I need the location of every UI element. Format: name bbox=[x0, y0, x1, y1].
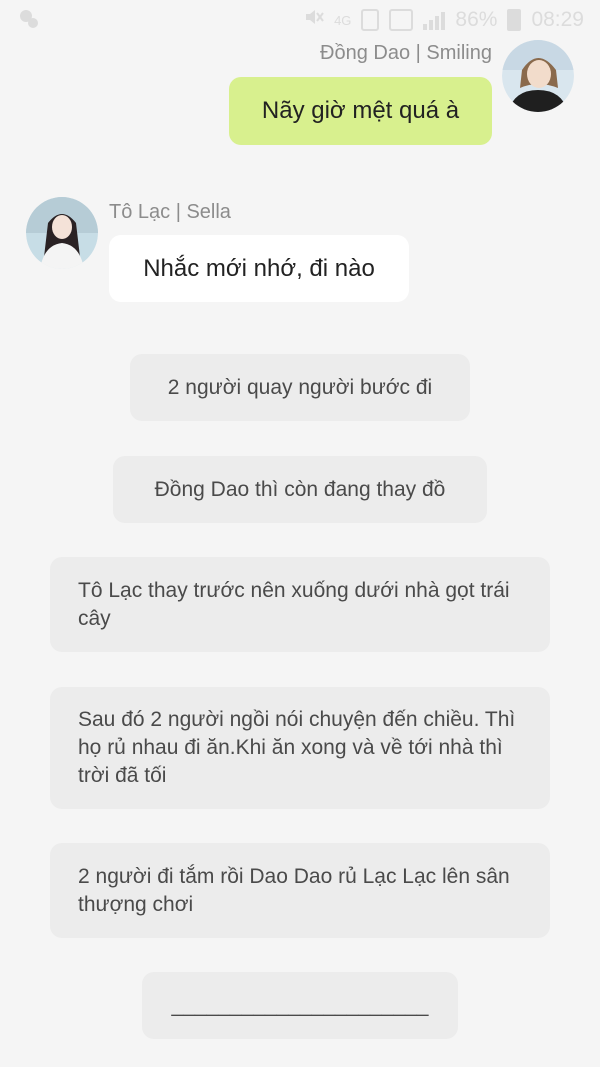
narration-text: Tô Lạc thay trước nên xuống dưới nhà gọt… bbox=[78, 578, 510, 630]
narration-bubble[interactable]: Đồng Dao thì còn đang thay đồ bbox=[113, 456, 487, 523]
narration-text: 2 người quay người bước đi bbox=[167, 375, 433, 399]
message-text: Nãy giờ mệt quá à bbox=[261, 97, 460, 124]
sender-name-left: Tô Lạc | Sella bbox=[109, 201, 231, 223]
narration-bubble[interactable]: 2 người đi tắm rồi Dao Dao rủ Lạc Lạc lê… bbox=[50, 843, 550, 938]
battery-icon bbox=[507, 9, 522, 31]
avatar-right[interactable] bbox=[502, 40, 574, 112]
narration-bubble[interactable]: ______________________ bbox=[142, 972, 458, 1039]
narration-bubble[interactable]: 2 người quay người bước đi bbox=[130, 354, 470, 421]
narration-bubble[interactable]: Sau đó 2 người ngồi nói chuyện đến chiều… bbox=[50, 687, 550, 809]
narration-text: 2 người đi tắm rồi Dao Dao rủ Lạc Lạc lê… bbox=[78, 864, 510, 916]
signal-icon bbox=[423, 10, 446, 30]
narration-text: Đồng Dao thì còn đang thay đồ bbox=[154, 477, 446, 501]
network-type: 4G bbox=[334, 12, 352, 28]
clock: 08:29 bbox=[531, 8, 584, 31]
mute-icon bbox=[304, 7, 324, 33]
message-bubble-outgoing[interactable]: Nãy giờ mệt quá à bbox=[229, 77, 492, 145]
narration-text: Sau đó 2 người ngồi nói chuyện đến chiều… bbox=[78, 708, 516, 787]
message-bubble-incoming[interactable]: Nhắc mới nhớ, đi nào bbox=[109, 235, 409, 302]
wifi-box-icon bbox=[389, 9, 414, 31]
sim-icon bbox=[361, 9, 380, 31]
status-bar: 4G 86% 08:29 bbox=[0, 0, 600, 38]
avatar-left[interactable] bbox=[26, 197, 98, 269]
status-icons: 4G 86% 08:29 bbox=[304, 6, 584, 34]
notification-icon bbox=[18, 8, 40, 30]
battery-percent: 86% bbox=[455, 8, 498, 31]
narration-text: ______________________ bbox=[171, 993, 429, 1017]
narration-bubble[interactable]: Tô Lạc thay trước nên xuống dưới nhà gọt… bbox=[50, 557, 550, 652]
message-text: Nhắc mới nhớ, đi nào bbox=[143, 254, 375, 282]
sender-name-right: Đồng Dao | Smiling bbox=[320, 42, 492, 64]
